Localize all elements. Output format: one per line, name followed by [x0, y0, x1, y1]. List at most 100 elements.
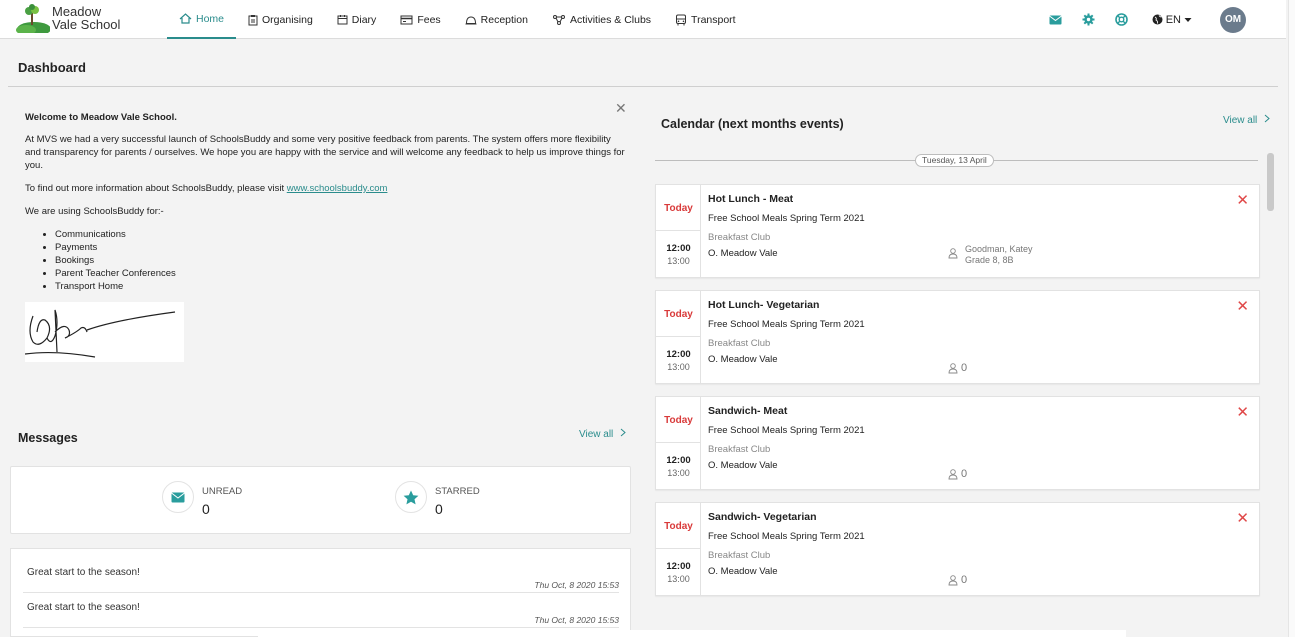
message-title: Great start to the season!	[27, 602, 140, 613]
calendar-event-card[interactable]: Today 12:00 13:00 Sandwich- Vegetarian F…	[655, 502, 1260, 596]
messages-view-all-label: View all	[579, 429, 614, 440]
language-selector[interactable]: EN	[1152, 14, 1192, 26]
event-category: Breakfast Club	[708, 338, 771, 349]
calendar-scrollbar-thumb[interactable]	[1267, 153, 1274, 211]
title-divider	[8, 86, 1278, 87]
event-person-name: Goodman, Katey	[965, 244, 1033, 254]
messages-view-all-link[interactable]: View all	[579, 428, 626, 440]
avatar[interactable]: OM	[1220, 6, 1246, 33]
list-item: Payments	[55, 241, 625, 254]
star-icon	[403, 490, 419, 504]
nav-home[interactable]: Home	[167, 0, 237, 39]
event-start-time: 12:00	[666, 243, 691, 254]
event-attendee-count: 0	[948, 362, 967, 374]
calendar-event-card[interactable]: Today 12:00 13:00 Sandwich- Meat Free Sc…	[655, 396, 1260, 490]
event-end-time: 13:00	[667, 574, 690, 584]
unread-stat[interactable]: UNREAD 0	[162, 481, 242, 517]
message-date: Thu Oct, 8 2020 15:53	[534, 580, 619, 590]
caret-down-icon	[1184, 17, 1192, 22]
event-time-column: Today 12:00 13:00	[656, 291, 701, 383]
event-category: Breakfast Club	[708, 444, 771, 455]
language-label: EN	[1165, 13, 1181, 26]
school-logo[interactable]: Meadow Vale School	[16, 3, 126, 36]
chevron-right-icon	[1264, 114, 1270, 123]
event-category: Breakfast Club	[708, 550, 771, 561]
event-start-time: 12:00	[666, 455, 691, 466]
card-icon	[400, 15, 413, 24]
schoolsbuddy-link[interactable]: www.schoolsbuddy.com	[287, 183, 388, 194]
nav-activities-clubs[interactable]: Activities & Clubs	[540, 0, 663, 39]
gear-icon	[1082, 13, 1095, 26]
unread-icon-circle	[162, 481, 194, 513]
calendar-date-label: Tuesday, 13 April	[915, 154, 994, 167]
messages-section-title: Messages	[18, 431, 78, 445]
message-date: Thu Oct, 8 2020 15:53	[534, 615, 619, 625]
messages-button[interactable]	[1048, 15, 1062, 25]
calendar-event-card[interactable]: Today 12:00 13:00 Hot Lunch - Meat Free …	[655, 184, 1260, 278]
event-subtitle: Free School Meals Spring Term 2021	[708, 425, 865, 436]
event-count-value: 0	[961, 362, 968, 374]
calendar-icon	[337, 15, 348, 25]
nav-fees[interactable]: Fees	[388, 0, 452, 39]
event-attendee-count: 0	[948, 468, 967, 480]
starred-label: STARRED	[435, 486, 480, 497]
remove-event-button[interactable]: ✕	[1236, 509, 1249, 527]
remove-event-button[interactable]: ✕	[1236, 403, 1249, 421]
calendar-view-all-label: View all	[1223, 115, 1258, 126]
nav-reception[interactable]: Reception	[453, 0, 540, 39]
event-day: Today	[664, 415, 693, 426]
nav-transport-label: Transport	[691, 13, 736, 26]
list-item[interactable]: Great start to the season! Thu Oct, 8 20…	[23, 593, 619, 628]
event-count-value: 0	[961, 574, 968, 586]
nav-home-label: Home	[196, 12, 225, 25]
event-day: Today	[664, 309, 693, 320]
list-item: Transport Home	[55, 280, 625, 293]
list-item[interactable]: Great start to the season! Thu Oct, 8 20…	[23, 558, 619, 593]
event-location: O. Meadow Vale	[708, 248, 778, 259]
header-actions: EN OM	[1029, 0, 1246, 39]
feature-list: Communications Payments Bookings Parent …	[55, 228, 625, 293]
event-attendee-count: 0	[948, 574, 967, 586]
event-subtitle: Free School Meals Spring Term 2021	[708, 319, 865, 330]
calendar-view-all-link[interactable]: View all	[1223, 114, 1270, 126]
nav-activities-clubs-label: Activities & Clubs	[569, 13, 652, 26]
top-navigation-bar: Meadow Vale School Home Organising Diary…	[0, 0, 1286, 39]
event-subtitle: Free School Meals Spring Term 2021	[708, 213, 865, 224]
bell-icon	[465, 15, 477, 24]
help-button[interactable]	[1114, 13, 1128, 26]
event-category: Breakfast Club	[708, 232, 771, 243]
event-location: O. Meadow Vale	[708, 566, 778, 577]
event-end-time: 13:00	[667, 468, 690, 478]
nav-diary[interactable]: Diary	[325, 0, 389, 39]
remove-event-button[interactable]: ✕	[1236, 191, 1249, 209]
event-day: Today	[664, 203, 693, 214]
nav-transport[interactable]: Transport	[663, 0, 748, 39]
welcome-paragraph-1: At MVS we had a very successful launch o…	[25, 134, 625, 171]
clipboard-icon	[248, 14, 258, 25]
globe-icon	[1152, 14, 1163, 25]
person-icon	[948, 574, 958, 585]
home-icon	[179, 13, 192, 24]
event-end-time: 13:00	[667, 362, 690, 372]
unread-count: 0	[202, 501, 210, 517]
messages-summary-card: UNREAD 0 STARRED 0	[10, 466, 631, 534]
event-end-time: 13:00	[667, 256, 690, 266]
event-divider	[656, 336, 701, 337]
calendar-event-card[interactable]: Today 12:00 13:00 Hot Lunch- Vegetarian …	[655, 290, 1260, 384]
nav-organising[interactable]: Organising	[236, 0, 325, 39]
bottom-overlay-bar	[258, 630, 1126, 637]
list-item: Communications	[55, 228, 625, 241]
settings-button[interactable]	[1082, 13, 1095, 26]
remove-event-button[interactable]: ✕	[1236, 297, 1249, 315]
unread-label: UNREAD	[202, 486, 243, 497]
envelope-icon	[1048, 15, 1062, 24]
event-divider	[656, 548, 701, 549]
list-item: Parent Teacher Conferences	[55, 267, 625, 280]
nav-fees-label: Fees	[417, 13, 441, 26]
starred-stat[interactable]: STARRED 0	[395, 481, 480, 517]
welcome-paragraph-3: We are using SchoolsBuddy for:-	[25, 206, 164, 217]
nav-reception-label: Reception	[480, 13, 528, 26]
message-title: Great start to the season!	[27, 567, 140, 578]
page-scrollbar[interactable]	[1288, 0, 1295, 637]
person-icon	[948, 248, 958, 259]
